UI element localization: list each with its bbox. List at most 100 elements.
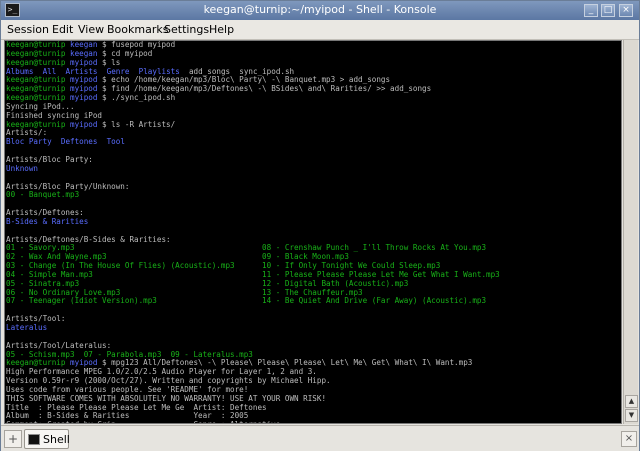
terminal-text: THIS SOFTWARE COMES WITH ABSOLUTELY NO W… — [6, 393, 327, 403]
terminal-text: 03 - Change (In The House Of Flies) (Aco… — [6, 261, 441, 271]
terminal-line: keegan@turnip myipod $ ./sync_ipod.sh — [6, 93, 500, 103]
terminal-line: B-Sides & Rarities — [6, 216, 500, 227]
terminal-text: $ echo /home/keegan/mp3/Bloc\ Party\ -\ … — [102, 75, 391, 85]
terminal-text: keegan — [70, 48, 98, 58]
terminal-line: Comment: Created by Grip Genre : Alterna… — [6, 420, 500, 423]
terminal-line: Artists/Bloc Party: — [6, 154, 500, 165]
terminal-text: Artists/Deftones: — [6, 208, 84, 218]
terminal-text: 00 - Banquet.mp3 — [6, 190, 80, 200]
terminal-text: Artists/Tool: — [6, 314, 66, 324]
terminal-text: $ cd myipod — [102, 48, 153, 58]
tab-shell[interactable]: Shell — [24, 429, 70, 449]
konsole-window: >_ keegan@turnip:~/myipod - Shell - Kons… — [0, 0, 640, 451]
title-bar[interactable]: >_ keegan@turnip:~/myipod - Shell - Kons… — [1, 1, 639, 20]
terminal-text: $ ./sync_ipod.sh — [102, 93, 176, 103]
terminal-text: keegan@turnip — [6, 84, 66, 94]
menu-bar: Session Edit View Bookmarks Settings Hel… — [1, 20, 639, 40]
terminal-text: $ ls -R Artists/ — [102, 119, 176, 129]
terminal-line: Artists/Bloc Party/Unknown: — [6, 181, 500, 192]
terminal-text: Deftones — [60, 137, 98, 147]
terminal-text: keegan@turnip — [6, 119, 66, 129]
terminal-line: keegan@turnip myipod $ ls -R Artists/ — [6, 119, 500, 130]
terminal-text: Version 0.59r-r9 (2000/Oct/27). Written … — [6, 376, 331, 386]
terminal-text: Genre — [106, 66, 130, 76]
terminal-text: add_songs sync_ipod.sh — [179, 66, 295, 76]
terminal-icon — [28, 434, 40, 445]
terminal-text: keegan@turnip — [6, 48, 66, 58]
terminal-text: Albums — [6, 66, 34, 76]
terminal-text: Artists/Tool/Lateralus: — [6, 340, 112, 350]
terminal-text: Bloc Party — [6, 137, 52, 147]
maximize-button[interactable]: □ — [601, 4, 615, 17]
terminal-text: $ ls — [102, 57, 121, 67]
terminal-text: $ mpg123 All/Deftones\ -\ Please\ Please… — [102, 358, 473, 368]
terminal-text: myipod — [70, 84, 98, 94]
terminal-text: keegan@turnip — [6, 358, 66, 368]
terminal-text: myipod — [70, 75, 98, 85]
terminal-text: keegan@turnip — [6, 75, 66, 85]
menu-view[interactable]: View — [78, 23, 104, 36]
terminal-text: myipod — [70, 358, 98, 368]
terminal-text: keegan@turnip — [6, 93, 66, 103]
terminal-text: Comment: Created by Grip Genre : Alterna… — [6, 420, 280, 423]
terminal-text: $ fusepod myipod — [102, 40, 176, 49]
terminal-text: myipod — [70, 93, 98, 103]
terminal-line: Unknown — [6, 163, 500, 174]
terminal-text: Artists/Bloc Party/Unknown: — [6, 181, 130, 191]
terminal-text: Album : B-Sides & Rarities Year : 2005 — [6, 411, 249, 421]
close-tab-button[interactable]: × — [621, 431, 637, 447]
terminal-line: 00 - Banquet.mp3 — [6, 190, 500, 200]
scroll-up-icon[interactable]: ▲ — [625, 395, 638, 408]
terminal-text: Lateralus — [6, 323, 48, 332]
menu-settings[interactable]: Settings — [164, 23, 209, 36]
terminal-output: keegan@turnip keegan $ fusepod myipod kee… — [6, 40, 500, 423]
minimize-button[interactable]: _ — [584, 4, 598, 17]
terminal-text: Playlists — [138, 66, 180, 76]
menu-bookmarks[interactable]: Bookmarks — [107, 23, 168, 36]
menu-session[interactable]: Session — [7, 23, 49, 36]
terminal-text: 01 - Savory.mp3 08 - Crenshaw Punch _ I'… — [6, 243, 487, 253]
terminal-line: 07 - Teenager (Idiot Version).mp3 14 - B… — [6, 297, 500, 306]
terminal-text: Finished syncing iPod — [6, 110, 103, 120]
terminal-text: Artists/Deftones/B-Sides & Rarities: — [6, 234, 171, 244]
terminal-text: Tool — [106, 137, 125, 147]
terminal-text: Artists/Bloc Party: — [6, 154, 93, 164]
terminal-text: Syncing iPod... — [6, 101, 75, 111]
terminal-text: Title : Please Please Please Let Me Ge A… — [6, 402, 267, 412]
terminal-text: 05 - Schism.mp3 07 - Parabola.mp3 09 - L… — [6, 349, 253, 359]
terminal-text: $ find /home/keegan/mp3/Deftones\ -\ BSi… — [102, 84, 432, 94]
terminal-text: keegan — [70, 40, 98, 49]
terminal-text: Unknown — [6, 163, 39, 173]
terminal-view[interactable]: keegan@turnip keegan $ fusepod myipod kee… — [4, 40, 622, 424]
terminal-line: Bloc Party Deftones Tool — [6, 137, 500, 147]
terminal-text: 04 - Simple Man.mp3 11 - Please Please P… — [6, 269, 500, 279]
terminal-text: 06 - No Ordinary Love.mp3 13 - The Chauf… — [6, 287, 363, 297]
terminal-text: Artists — [65, 66, 98, 76]
terminal-line: Lateralus — [6, 323, 500, 333]
close-window-button[interactable]: × — [619, 4, 633, 17]
menu-help[interactable]: Help — [209, 23, 234, 36]
new-tab-button[interactable]: + — [4, 430, 22, 448]
terminal-text: 07 - Teenager (Idiot Version).mp3 14 - B… — [6, 296, 487, 306]
terminal-text: B-Sides & Rarities — [6, 216, 89, 226]
scroll-down-icon[interactable]: ▼ — [625, 409, 638, 422]
session-tab-bar: + Shell × — [1, 425, 639, 451]
terminal-line: Artists/Tool: — [6, 314, 500, 324]
terminal-text: keegan@turnip — [6, 57, 66, 67]
terminal-text: High Performance MPEG 1.0/2.0/2.5 Audio … — [6, 367, 317, 377]
terminal-text: myipod — [70, 119, 98, 129]
vertical-scrollbar[interactable]: ▲ ▼ — [623, 40, 638, 424]
window-title: keegan@turnip:~/myipod - Shell - Konsole — [203, 3, 437, 16]
terminal-text: 05 - Sinatra.mp3 12 - Digital Bath (Acou… — [6, 278, 409, 288]
menu-edit[interactable]: Edit — [52, 23, 73, 36]
terminal-text: Uses code from various people. See 'READ… — [6, 384, 249, 394]
tab-label: Shell — [43, 433, 70, 446]
terminal-text: keegan@turnip — [6, 40, 66, 49]
terminal-text: myipod — [70, 57, 98, 67]
